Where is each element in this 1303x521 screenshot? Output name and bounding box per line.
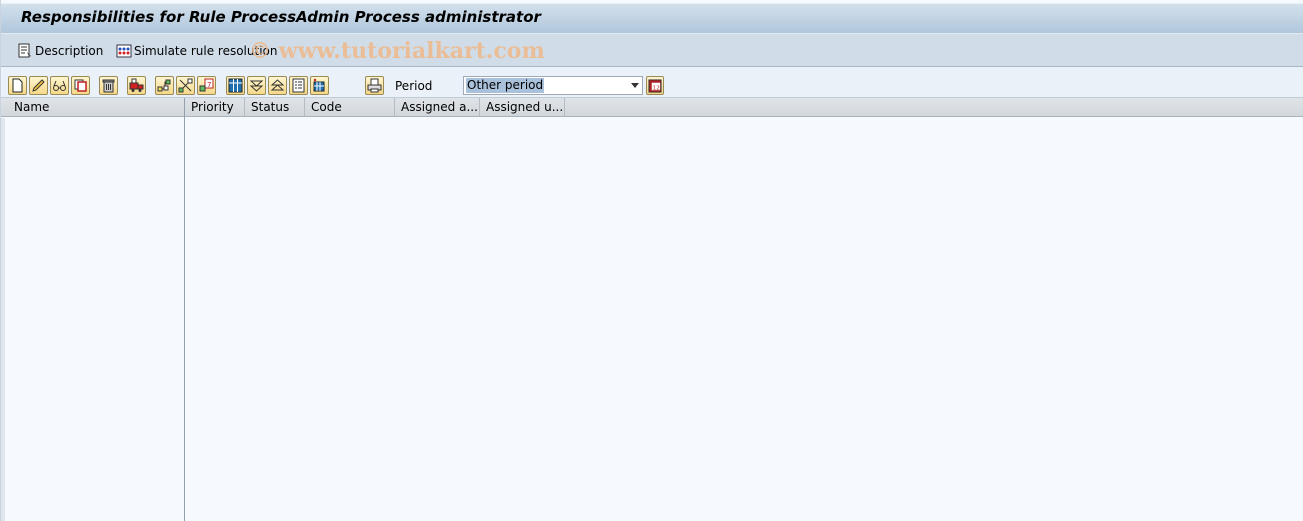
- column-settings-icon: [313, 78, 325, 92]
- hierarchy-icon: [157, 79, 171, 92]
- columns-icon: [228, 78, 243, 93]
- table-header: Name Priority Status Code Assigned a... …: [1, 98, 1303, 117]
- scissors-icon: [178, 78, 193, 93]
- title-bar: Responsibilities for Rule ProcessAdmin P…: [1, 3, 1303, 34]
- create-button[interactable]: [8, 76, 27, 95]
- description-label: Description: [35, 44, 104, 58]
- validity-button[interactable]: 7: [197, 76, 216, 95]
- details-button[interactable]: [289, 76, 308, 95]
- change-button[interactable]: [29, 76, 48, 95]
- new-document-icon: [12, 78, 23, 93]
- calendar-icon: 7: [199, 78, 214, 92]
- transport-button[interactable]: [127, 76, 146, 95]
- period-calendar-button[interactable]: 12: [646, 76, 664, 95]
- print-icon: [367, 78, 382, 93]
- column-header-status[interactable]: Status: [245, 98, 305, 116]
- calendar-icon: 12: [648, 78, 662, 93]
- svg-text:12: 12: [653, 85, 660, 91]
- hierarchy-button[interactable]: [155, 76, 174, 95]
- pencil-icon: [32, 79, 45, 92]
- column-header-assigned-a[interactable]: Assigned a...: [395, 98, 480, 116]
- chevron-down-icon[interactable]: [631, 83, 639, 88]
- column-config-button[interactable]: [310, 76, 329, 95]
- glasses-icon: [53, 80, 66, 91]
- description-button[interactable]: Description: [17, 42, 103, 60]
- collapse-icon: [270, 79, 285, 91]
- column-header-code[interactable]: Code: [305, 98, 395, 116]
- trash-icon: [102, 79, 115, 93]
- period-label: Period: [395, 79, 433, 93]
- watermark: © www.tutorialkart.com: [249, 38, 545, 64]
- details-icon: [292, 78, 305, 93]
- delete-button[interactable]: [99, 76, 118, 95]
- print-button[interactable]: [365, 76, 384, 95]
- tree-data-area[interactable]: [185, 118, 1303, 521]
- display-button[interactable]: [50, 76, 69, 95]
- page-title: Responsibilities for Rule ProcessAdmin P…: [21, 8, 541, 26]
- collapse-all-button[interactable]: [268, 76, 287, 95]
- sap-window: Responsibilities for Rule ProcessAdmin P…: [0, 0, 1303, 521]
- column-header-name[interactable]: Name: [8, 98, 185, 116]
- description-icon: [17, 43, 33, 59]
- copy-button[interactable]: [71, 76, 90, 95]
- svg-text:7: 7: [207, 81, 211, 89]
- copy-icon: [74, 79, 87, 92]
- expand-icon: [249, 80, 264, 92]
- application-toolbar: Description Simulate rule resolution © w…: [1, 34, 1303, 67]
- column-header-priority[interactable]: Priority: [185, 98, 245, 116]
- tree-toolbar: 7 Period Other period 12: [1, 67, 1303, 98]
- tree-name-column[interactable]: [1, 118, 184, 521]
- expand-all-button[interactable]: [247, 76, 266, 95]
- column-header-assigned-u[interactable]: Assigned u...: [480, 98, 565, 116]
- period-dropdown[interactable]: Other period: [463, 76, 643, 95]
- cut-button[interactable]: [176, 76, 195, 95]
- truck-icon: [129, 78, 144, 92]
- period-value: Other period: [466, 78, 545, 93]
- layout-button[interactable]: [226, 76, 245, 95]
- simulate-icon: [116, 43, 132, 59]
